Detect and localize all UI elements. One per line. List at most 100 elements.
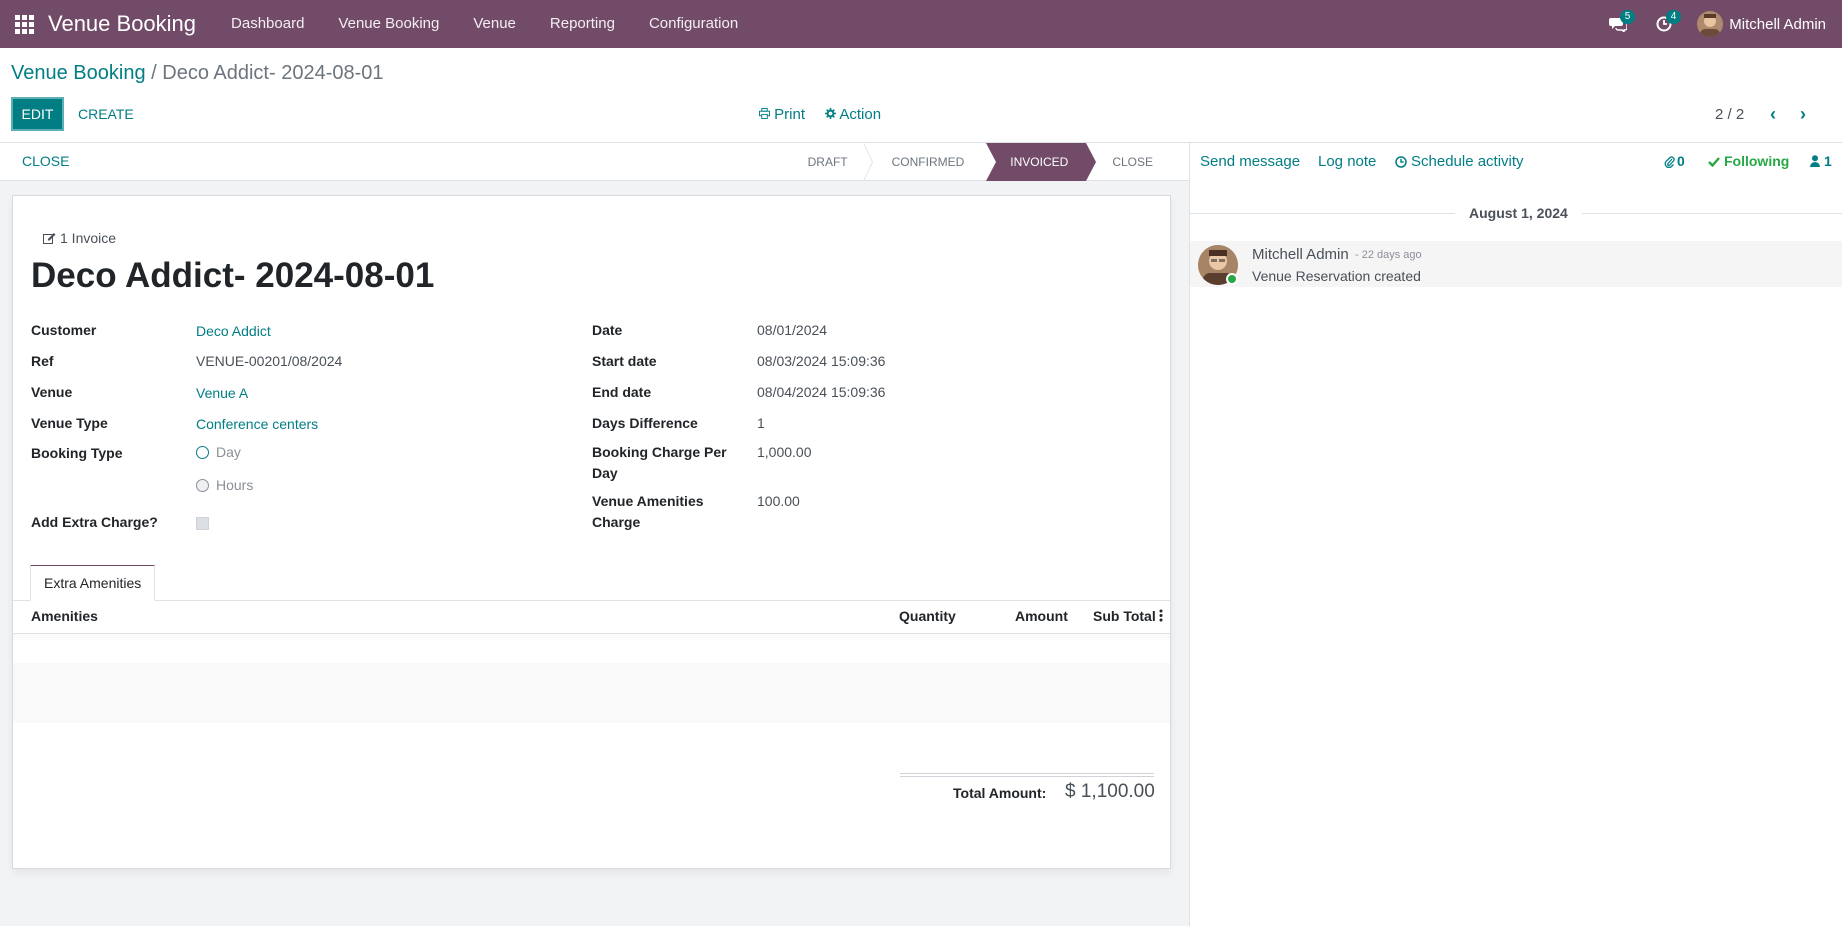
message-author[interactable]: Mitchell Admin: [1252, 246, 1349, 263]
paperclip-icon: [1664, 155, 1675, 168]
following-button[interactable]: Following: [1708, 153, 1789, 169]
pager-next-icon[interactable]: ›: [1800, 104, 1806, 125]
menu-configuration[interactable]: Configuration: [632, 0, 755, 48]
breadcrumb-current: Deco Addict- 2024-08-01: [162, 62, 384, 84]
ref-field: VENUE-00201/08/2024: [196, 353, 343, 369]
chatter-topbar: Send message Log note Schedule activity …: [1190, 143, 1842, 181]
menu-venue[interactable]: Venue: [456, 0, 533, 48]
menu-dashboard[interactable]: Dashboard: [214, 0, 321, 48]
radio-label: Day: [216, 444, 241, 460]
customer-field[interactable]: Deco Addict: [196, 321, 271, 342]
close-button[interactable]: CLOSE: [22, 153, 69, 169]
followers-button[interactable]: 1: [1810, 153, 1832, 169]
invoice-count-label: 1 Invoice: [60, 230, 117, 246]
schedule-activity-button[interactable]: Schedule activity: [1395, 153, 1524, 170]
menu-venue-booking[interactable]: Venue Booking: [321, 0, 456, 48]
schedule-activity-label: Schedule activity: [1411, 153, 1524, 170]
label-line: Charge: [592, 514, 641, 530]
gear-icon: [825, 108, 836, 119]
radio-circle: [196, 478, 209, 492]
table-shadow: [13, 634, 1170, 640]
amenities-charge-field: 100.00: [757, 493, 800, 509]
top-navbar: Venue Booking Dashboard Venue Booking Ve…: [0, 0, 1842, 48]
control-panel: Venue Booking / Deco Addict- 2024-08-01 …: [0, 48, 1842, 143]
stage-invoiced[interactable]: INVOICED: [986, 143, 1097, 181]
print-icon: [759, 108, 770, 119]
venue-type-field[interactable]: Conference centers: [196, 414, 318, 435]
date-label: Date: [592, 322, 623, 338]
radio-circle: [196, 445, 209, 459]
edit-button[interactable]: EDIT: [11, 97, 64, 131]
tab-extra-amenities[interactable]: Extra Amenities: [30, 565, 156, 601]
date-field: 08/01/2024: [757, 322, 828, 338]
edit-icon: [43, 233, 56, 244]
customer-label: Customer: [31, 322, 97, 338]
label-line: Venue Amenities: [592, 493, 704, 509]
chatter-message: Mitchell Admin - 22 days ago Venue Reser…: [1190, 241, 1842, 287]
pager-value[interactable]: 2 / 2: [1715, 106, 1744, 123]
breadcrumb-parent[interactable]: Venue Booking: [11, 62, 146, 84]
days-difference-label: Days Difference: [592, 415, 698, 431]
apps-menu-icon[interactable]: [0, 0, 48, 48]
venue-type-label: Venue Type: [31, 415, 108, 431]
column-sub-total[interactable]: Sub Total: [1093, 608, 1156, 624]
invoice-smart-button[interactable]: 1 Invoice: [43, 230, 116, 246]
venue-field[interactable]: Venue A: [196, 383, 248, 404]
user-menu[interactable]: Mitchell Admin: [1687, 11, 1842, 37]
menu-reporting[interactable]: Reporting: [533, 0, 632, 48]
user-name: Mitchell Admin: [1729, 15, 1826, 33]
label-line: Day: [592, 465, 618, 481]
ref-label: Ref: [31, 353, 54, 369]
days-difference-field: 1: [757, 415, 765, 431]
app-brand[interactable]: Venue Booking: [48, 11, 196, 37]
form-sheet: 1 Invoice Deco Addict- 2024-08-01 Custom…: [12, 195, 1171, 869]
activity-menu[interactable]: 4: [1641, 0, 1687, 48]
attachments-count: 0: [1677, 153, 1685, 169]
extra-charge-checkbox[interactable]: [196, 517, 209, 530]
log-note-button[interactable]: Log note: [1318, 153, 1376, 170]
charge-per-day-label: Booking Charge Per Day: [592, 442, 727, 484]
booking-type-day-radio[interactable]: Day: [196, 444, 241, 460]
column-amount[interactable]: Amount: [1015, 608, 1068, 624]
pager-previous-icon[interactable]: ‹: [1770, 104, 1776, 125]
charge-per-day-field: 1,000.00: [757, 444, 812, 460]
online-status-icon: [1226, 273, 1238, 285]
following-label: Following: [1724, 153, 1790, 169]
table-row: [13, 663, 1170, 693]
messages-badge: 5: [1619, 10, 1636, 24]
messaging-menu[interactable]: 5: [1595, 0, 1641, 48]
clock-icon: [1395, 155, 1407, 168]
chatter: Send message Log note Schedule activity …: [1189, 143, 1842, 926]
start-date-label: Start date: [592, 353, 657, 369]
print-label: Print: [774, 106, 806, 123]
stage-close[interactable]: CLOSE: [1086, 143, 1175, 181]
totals-divider: [900, 773, 1154, 777]
booking-type-label: Booking Type: [31, 445, 123, 461]
date-separator: August 1, 2024: [1455, 205, 1582, 221]
status-bar: CLOSE DRAFT CONFIRMED INVOICED CLOSE: [0, 143, 1189, 181]
optional-columns-icon[interactable]: [1159, 609, 1163, 626]
attachments-button[interactable]: 0: [1664, 153, 1685, 169]
end-date-label: End date: [592, 384, 652, 400]
activities-badge: 4: [1665, 10, 1682, 24]
followers-count: 1: [1824, 153, 1832, 169]
stage-draft[interactable]: DRAFT: [786, 143, 873, 181]
action-label: Action: [839, 106, 882, 123]
label-line: Booking Charge Per: [592, 444, 727, 460]
send-message-button[interactable]: Send message: [1200, 153, 1300, 170]
tab-divider: [13, 600, 1170, 601]
create-button[interactable]: CREATE: [78, 106, 134, 122]
message-body: Venue Reservation created: [1252, 268, 1421, 284]
print-button[interactable]: Print: [759, 106, 805, 123]
radio-label: Hours: [216, 477, 254, 493]
booking-type-hours-radio[interactable]: Hours: [196, 477, 253, 493]
user-icon: [1810, 155, 1820, 167]
column-quantity[interactable]: Quantity: [899, 608, 956, 624]
table-row: [13, 693, 1170, 723]
extra-charge-label: Add Extra Charge?: [31, 514, 158, 530]
avatar: [1697, 11, 1724, 37]
total-amount-label: Total Amount:: [953, 785, 1047, 801]
stage-confirmed[interactable]: CONFIRMED: [870, 143, 987, 181]
action-button[interactable]: Action: [825, 106, 881, 123]
column-amenities[interactable]: Amenities: [31, 608, 98, 624]
